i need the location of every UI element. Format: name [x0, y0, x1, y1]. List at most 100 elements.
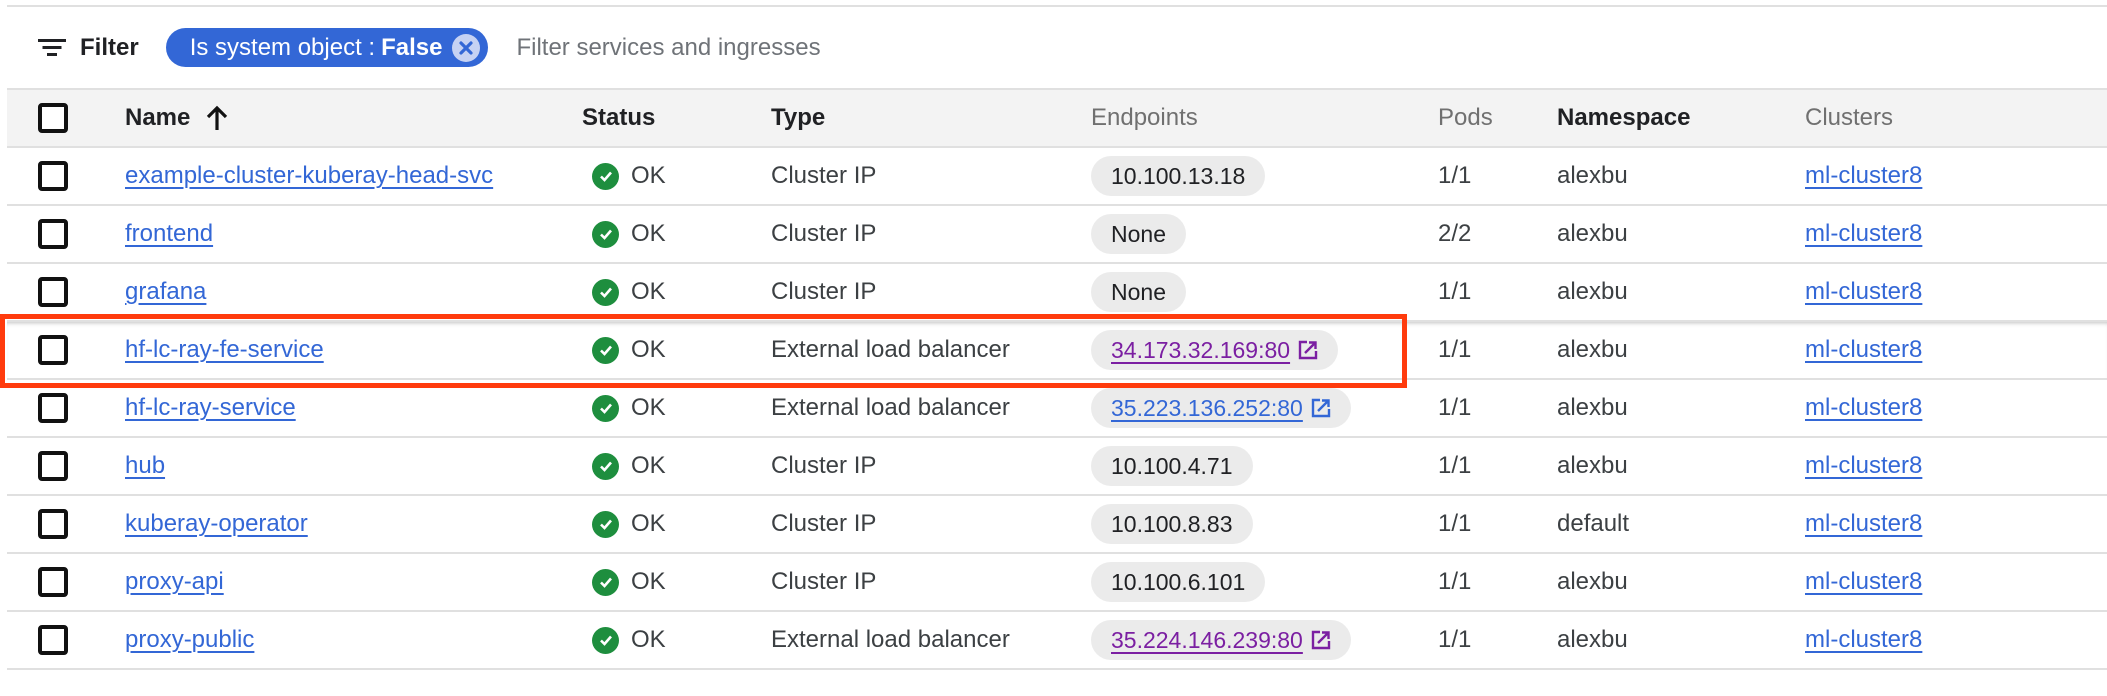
- column-header-namespace[interactable]: Namespace: [1557, 90, 1690, 146]
- column-header-pods: Pods: [1438, 104, 1493, 131]
- namespace-cell: alexbu: [1557, 278, 1628, 305]
- service-name-link[interactable]: grafana: [125, 278, 206, 306]
- top-divider: [7, 5, 2107, 7]
- row-checkbox[interactable]: [38, 393, 68, 423]
- namespace-cell: alexbu: [1557, 336, 1628, 363]
- pods-cell: 1/1: [1438, 336, 1472, 363]
- cluster-link[interactable]: ml-cluster8: [1805, 568, 1922, 596]
- endpoint-chip: 35.223.136.252:80: [1091, 388, 1351, 428]
- namespace-cell: alexbu: [1557, 162, 1628, 189]
- status-text: OK: [631, 626, 666, 653]
- open-in-new-icon[interactable]: [1298, 340, 1318, 360]
- row-checkbox[interactable]: [38, 625, 68, 655]
- cluster-link[interactable]: ml-cluster8: [1805, 394, 1922, 422]
- pods-cell: 1/1: [1438, 510, 1472, 537]
- cluster-link[interactable]: ml-cluster8: [1805, 626, 1922, 654]
- cluster-link[interactable]: ml-cluster8: [1805, 336, 1922, 364]
- pods-cell: 2/2: [1438, 220, 1472, 247]
- check-circle-icon: [592, 568, 619, 596]
- row-checkbox[interactable]: [38, 161, 68, 191]
- check-circle-icon: [592, 452, 619, 480]
- column-header-label: Name: [125, 104, 191, 131]
- table-row: hf-lc-ray-fe-service OK External load bala…: [7, 322, 2107, 380]
- service-name-link[interactable]: proxy-api: [125, 568, 224, 596]
- check-circle-icon: [592, 220, 619, 248]
- endpoint-chip: 10.100.6.101: [1091, 562, 1266, 602]
- status-text: OK: [631, 162, 666, 189]
- table-row: frontend OK Cluster IP None 2/2 alexbu ml-clus…: [7, 206, 2107, 264]
- check-circle-icon: [592, 336, 619, 364]
- status-cell: OK: [582, 612, 666, 668]
- column-header-endpoints: Endpoints: [1091, 104, 1198, 131]
- endpoint-chip: 10.100.8.83: [1091, 504, 1253, 544]
- endpoints-cell: 35.224.146.239:80: [1091, 612, 1351, 668]
- status-text: OK: [631, 568, 666, 595]
- status-text: OK: [631, 510, 666, 537]
- filter-button[interactable]: Filter: [38, 34, 139, 62]
- endpoint-link[interactable]: 34.173.32.169:80: [1111, 337, 1290, 364]
- cancel-icon[interactable]: [452, 33, 481, 62]
- table-row: hub OK Cluster IP 10.100.4.71 1/1 alexbu ml-cl…: [7, 438, 2107, 496]
- row-checkbox[interactable]: [38, 335, 68, 365]
- endpoint-link[interactable]: 35.224.146.239:80: [1111, 627, 1303, 654]
- namespace-cell: alexbu: [1557, 626, 1628, 653]
- column-header-name[interactable]: Name: [125, 90, 228, 146]
- cluster-link[interactable]: ml-cluster8: [1805, 452, 1922, 480]
- service-name-link[interactable]: hf-lc-ray-fe-service: [125, 336, 324, 364]
- status-text: OK: [631, 394, 666, 421]
- endpoints-cell: 34.173.32.169:80: [1091, 322, 1339, 378]
- pods-cell: 1/1: [1438, 162, 1472, 189]
- service-name-link[interactable]: hub: [125, 452, 165, 480]
- type-cell: Cluster IP: [771, 510, 877, 537]
- arrow-upward-icon[interactable]: [206, 105, 228, 131]
- endpoint-link[interactable]: 35.223.136.252:80: [1111, 395, 1303, 422]
- status-cell: OK: [582, 554, 666, 610]
- endpoints-cell: 10.100.8.83: [1091, 496, 1253, 552]
- cluster-link[interactable]: ml-cluster8: [1805, 220, 1922, 248]
- table-row: kuberay-operator OK Cluster IP 10.100.8.83 1…: [7, 496, 2107, 554]
- filter-list-icon: [38, 38, 66, 58]
- type-cell: External load balancer: [771, 394, 1010, 421]
- check-circle-icon: [592, 394, 619, 422]
- status-cell: OK: [582, 148, 666, 204]
- service-name-link[interactable]: frontend: [125, 220, 213, 248]
- pods-cell: 1/1: [1438, 278, 1472, 305]
- status-text: OK: [631, 452, 666, 479]
- cluster-link[interactable]: ml-cluster8: [1805, 510, 1922, 538]
- endpoints-cell: 35.223.136.252:80: [1091, 380, 1351, 436]
- open-in-new-icon[interactable]: [1311, 630, 1331, 650]
- check-circle-icon: [592, 626, 619, 654]
- endpoint-chip: 10.100.13.18: [1091, 156, 1266, 196]
- type-cell: External load balancer: [771, 336, 1010, 363]
- filter-search-input[interactable]: [514, 32, 1419, 63]
- column-header-type[interactable]: Type: [771, 90, 825, 146]
- cluster-link[interactable]: ml-cluster8: [1805, 162, 1922, 190]
- row-checkbox[interactable]: [38, 567, 68, 597]
- namespace-cell: alexbu: [1557, 220, 1628, 247]
- namespace-cell: alexbu: [1557, 452, 1628, 479]
- endpoint-chip: None: [1091, 214, 1186, 254]
- column-header-clusters: Clusters: [1805, 104, 1894, 131]
- services-table: Name Status Type Endpoints Pods Namespac…: [7, 88, 2107, 670]
- cluster-link[interactable]: ml-cluster8: [1805, 278, 1922, 306]
- endpoints-cell: 10.100.13.18: [1091, 148, 1266, 204]
- filter-chip-is-system-object[interactable]: Is system object : False: [165, 28, 489, 67]
- service-name-link[interactable]: example-cluster-kuberay-head-svc: [125, 162, 493, 190]
- open-in-new-icon[interactable]: [1311, 398, 1331, 418]
- type-cell: External load balancer: [771, 626, 1010, 653]
- row-checkbox[interactable]: [38, 509, 68, 539]
- type-cell: Cluster IP: [771, 568, 877, 595]
- row-checkbox[interactable]: [38, 277, 68, 307]
- table-header-row: Name Status Type Endpoints Pods Namespac…: [7, 88, 2107, 148]
- row-checkbox[interactable]: [38, 451, 68, 481]
- endpoints-cell: 10.100.4.71: [1091, 438, 1253, 494]
- row-checkbox[interactable]: [38, 219, 68, 249]
- check-circle-icon: [592, 510, 619, 538]
- column-header-status[interactable]: Status: [582, 90, 655, 146]
- select-all-checkbox[interactable]: [38, 103, 68, 133]
- service-name-link[interactable]: proxy-public: [125, 626, 254, 654]
- namespace-cell: alexbu: [1557, 568, 1628, 595]
- service-name-link[interactable]: hf-lc-ray-service: [125, 394, 296, 422]
- service-name-link[interactable]: kuberay-operator: [125, 510, 308, 538]
- status-cell: OK: [582, 264, 666, 320]
